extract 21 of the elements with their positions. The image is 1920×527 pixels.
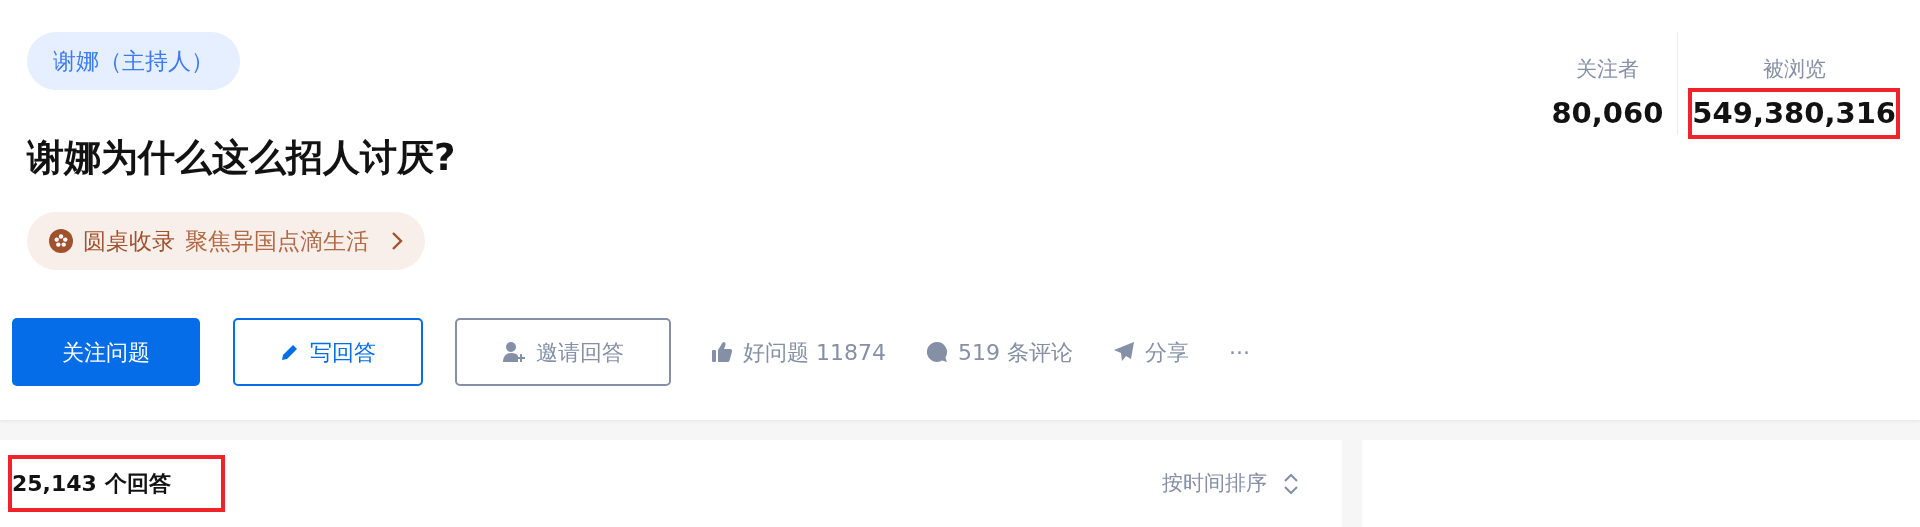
comments-button[interactable]: 519 条评论 [926, 318, 1073, 387]
write-answer-button[interactable]: 写回答 [233, 318, 423, 387]
invite-button[interactable]: 邀请回答 [455, 318, 671, 387]
chevron-right-icon [391, 231, 403, 252]
follow-button[interactable]: 关注问题 [12, 318, 200, 387]
share-button[interactable]: 分享 [1112, 318, 1189, 387]
person-add-icon [502, 340, 526, 365]
comment-icon [926, 341, 948, 364]
sort-button[interactable]: 按时间排序 [1161, 466, 1300, 501]
stat-label: 被浏览 [1761, 56, 1827, 83]
question-title: 谢娜为什么这么招人讨厌? [27, 135, 456, 181]
stat-value: 80,060 [1551, 94, 1664, 132]
pencil-icon [280, 342, 300, 363]
flower-icon [49, 229, 73, 254]
sort-chevrons-icon [1283, 471, 1299, 496]
stat-label: 关注者 [1574, 56, 1640, 83]
more-button[interactable]: ··· [1228, 318, 1250, 387]
roundtable-link[interactable]: 圆桌收录 聚焦异国点滴生活 [27, 212, 425, 271]
upvote-button[interactable]: 好问题 11874 [711, 318, 886, 387]
topic-tag[interactable]: 谢娜（主持人） [27, 32, 240, 90]
thumbs-up-icon [711, 341, 733, 364]
